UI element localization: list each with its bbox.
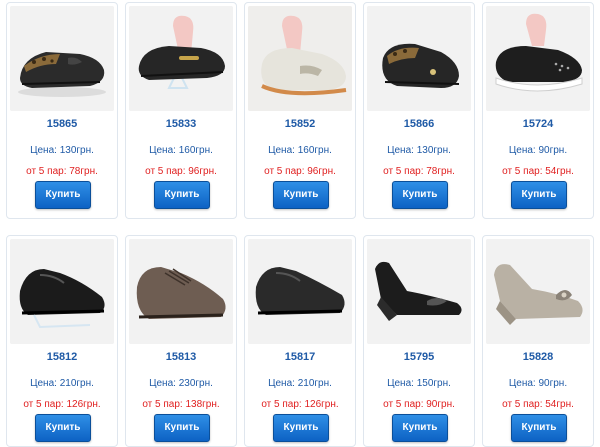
buy-button[interactable]: Купить: [511, 181, 567, 209]
product-photo[interactable]: [10, 239, 114, 344]
product-card: 15865 Цена: 130грн. от 5 пар: 78грн. Куп…: [6, 2, 118, 219]
shoe-loafer-black-icon: [129, 6, 233, 111]
product-price: Цена: 210грн.: [268, 378, 332, 389]
product-bulk-price: от 5 пар: 54грн.: [502, 166, 574, 177]
product-photo[interactable]: [486, 6, 590, 111]
product-photo[interactable]: [248, 6, 352, 111]
product-price: Цена: 160грн.: [268, 145, 332, 156]
product-card: 15724 Цена: 90грн. от 5 пар: 54грн. Купи…: [482, 2, 594, 219]
buy-button[interactable]: Купить: [154, 414, 210, 442]
product-bulk-price: от 5 пар: 54грн.: [502, 399, 574, 410]
product-price: Цена: 90грн.: [508, 378, 568, 389]
product-card: 15812 Цена: 210грн. от 5 пар: 126грн. Ку…: [6, 235, 118, 447]
product-card: 15828 Цена: 90грн. от 5 пар: 54грн. Купи…: [482, 235, 594, 447]
product-price: Цена: 230грн.: [149, 378, 213, 389]
shoe-mens-black-icon: [248, 239, 352, 344]
product-photo[interactable]: [129, 6, 233, 111]
product-price: Цена: 130грн.: [30, 145, 94, 156]
product-code[interactable]: 15812: [7, 351, 117, 363]
buy-button[interactable]: Купить: [511, 414, 567, 442]
product-price: Цена: 210грн.: [30, 378, 94, 389]
product-photo[interactable]: [486, 239, 590, 344]
product-bulk-price: от 5 пар: 78грн.: [26, 166, 98, 177]
shoe-sneaker-icon: [486, 6, 590, 111]
product-bulk-price: от 5 пар: 90грн.: [383, 399, 455, 410]
product-photo[interactable]: [248, 239, 352, 344]
buy-button[interactable]: Купить: [392, 181, 448, 209]
product-bulk-price: от 5 пар: 96грн.: [145, 166, 217, 177]
shoe-flat-leopard-icon: [367, 6, 471, 111]
product-code[interactable]: 15795: [364, 351, 474, 363]
product-bulk-price: от 5 пар: 138грн.: [142, 399, 220, 410]
product-code[interactable]: 15724: [483, 118, 593, 130]
product-bulk-price: от 5 пар: 126грн.: [261, 399, 339, 410]
product-bulk-price: от 5 пар: 96грн.: [264, 166, 336, 177]
buy-button[interactable]: Купить: [154, 181, 210, 209]
product-photo[interactable]: [367, 6, 471, 111]
product-card: 15813 Цена: 230грн. от 5 пар: 138грн. Ку…: [125, 235, 237, 447]
buy-button[interactable]: Купить: [273, 414, 329, 442]
buy-button[interactable]: Купить: [35, 181, 91, 209]
product-photo[interactable]: [129, 239, 233, 344]
shoe-flat-grey-bow-icon: [486, 239, 590, 344]
product-code[interactable]: 15866: [364, 118, 474, 130]
product-code[interactable]: 15833: [126, 118, 236, 130]
product-code[interactable]: 15828: [483, 351, 593, 363]
shoe-mens-black-icon: [10, 239, 114, 344]
buy-button[interactable]: Купить: [35, 414, 91, 442]
product-card: 15866 Цена: 130грн. от 5 пар: 78грн. Куп…: [363, 2, 475, 219]
product-code[interactable]: 15852: [245, 118, 355, 130]
product-price: Цена: 130грн.: [387, 145, 451, 156]
product-card: 15817 Цена: 210грн. от 5 пар: 126грн. Ку…: [244, 235, 356, 447]
buy-button[interactable]: Купить: [273, 181, 329, 209]
product-code[interactable]: 15865: [7, 118, 117, 130]
shoe-flat-leopard-icon: [10, 6, 114, 111]
product-photo[interactable]: [10, 6, 114, 111]
product-card: 15852 Цена: 160грн. от 5 пар: 96грн. Куп…: [244, 2, 356, 219]
product-code[interactable]: 15813: [126, 351, 236, 363]
product-card: 15833 Цена: 160грн. от 5 пар: 96грн. Куп…: [125, 2, 237, 219]
product-price: Цена: 160грн.: [149, 145, 213, 156]
product-code[interactable]: 15817: [245, 351, 355, 363]
shoe-wedge-black-icon: [367, 239, 471, 344]
product-card: 15795 Цена: 150грн. от 5 пар: 90грн. Куп…: [363, 235, 475, 447]
shoe-loafer-beige-icon: [248, 6, 352, 111]
product-price: Цена: 90грн.: [508, 145, 568, 156]
product-bulk-price: от 5 пар: 78грн.: [383, 166, 455, 177]
shoe-mens-brown-icon: [129, 239, 233, 344]
buy-button[interactable]: Купить: [392, 414, 448, 442]
product-price: Цена: 150грн.: [387, 378, 451, 389]
product-bulk-price: от 5 пар: 126грн.: [23, 399, 101, 410]
product-photo[interactable]: [367, 239, 471, 344]
